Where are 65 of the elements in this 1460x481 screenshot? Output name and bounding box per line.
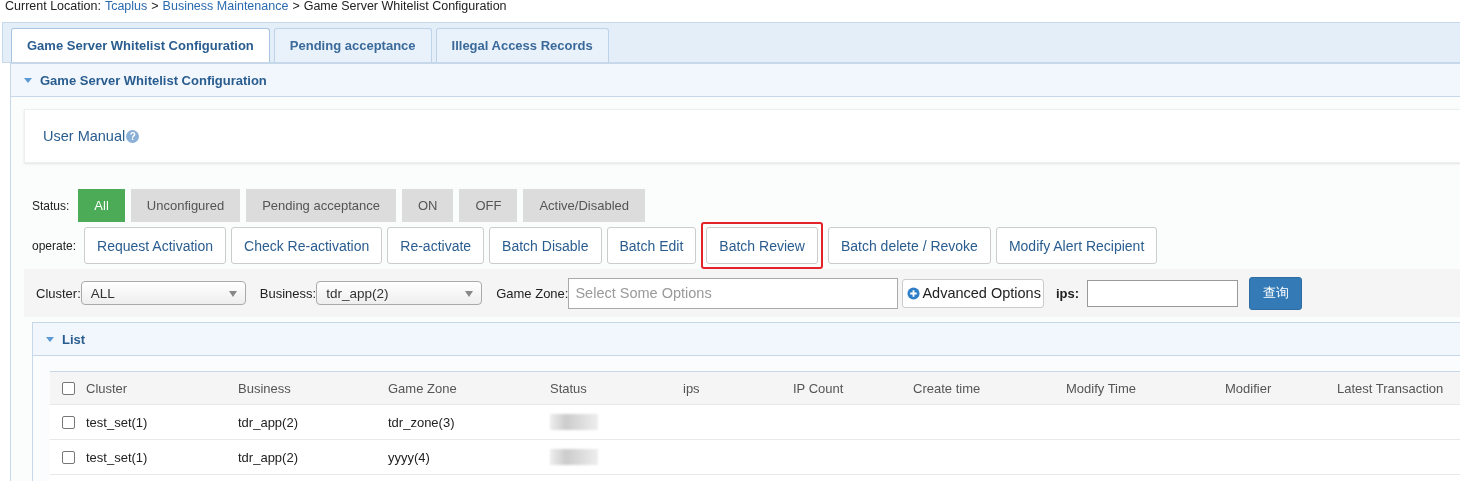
breadcrumb-separator: > <box>151 0 159 15</box>
column-header: Latest Transaction <box>1337 380 1445 396</box>
ips-label: ips: <box>1055 285 1080 301</box>
status-filter-button[interactable]: Pending acceptance <box>246 189 396 222</box>
operate-button[interactable]: Re-activate <box>387 227 485 264</box>
column-header: Modify Time <box>1066 380 1138 396</box>
breadcrumb-label: Current Location: <box>5 0 101 15</box>
caret-icon <box>228 291 237 297</box>
tab[interactable]: Illegal Access Records <box>435 28 609 62</box>
table-cell-text: yyyy(4) <box>388 449 431 465</box>
ips-field[interactable] <box>1087 279 1239 307</box>
column-header: Create time <box>913 380 982 396</box>
status-filter-button[interactable]: Unconfigured <box>130 189 241 222</box>
table-cell-text: tdr_zone(3) <box>388 414 456 430</box>
status-filter-button[interactable]: Active/Disabled <box>523 189 646 222</box>
column-header: IP Count <box>793 380 845 396</box>
status-filter-button[interactable]: OFF <box>459 189 518 222</box>
caret-icon <box>46 336 54 342</box>
operate-label: operate: <box>32 238 77 253</box>
operate-button[interactable]: Check Re-activation <box>231 227 383 264</box>
column-header: Modifier <box>1225 380 1273 396</box>
status-label: Status: <box>32 198 70 213</box>
panel-header[interactable]: Game Server Whitelist Configuration <box>11 64 1460 97</box>
row-checkbox[interactable] <box>61 415 75 429</box>
game-zone-field[interactable]: Select Some Options <box>568 277 899 309</box>
table-cell-text: tdr_app(2) <box>238 449 299 465</box>
table-cell-text: test_set(1) <box>86 449 149 465</box>
breadcrumb-current: Game Server Whitelist Configuration <box>303 0 507 15</box>
game-zone-label: Game Zone: <box>496 285 569 301</box>
tab[interactable]: Pending acceptance <box>273 28 432 62</box>
operate-button[interactable]: Batch delete / Revoke <box>827 227 991 264</box>
list-header[interactable]: List <box>33 323 1460 356</box>
tab[interactable]: Game Server Whitelist Configuration <box>11 28 270 62</box>
plus-icon <box>907 286 921 300</box>
caret-icon <box>24 77 32 83</box>
operate-button[interactable]: Batch Review <box>706 227 818 264</box>
list-title: List <box>62 331 86 347</box>
redacted-block <box>550 449 598 465</box>
column-header: Status <box>550 380 588 396</box>
operate-button[interactable]: Modify Alert Recipient <box>995 227 1158 264</box>
panel-title: Game Server Whitelist Configuration <box>40 72 267 88</box>
column-header: ips <box>683 380 701 396</box>
table-cell-text: tdr_app(2) <box>238 414 299 430</box>
breadcrumb-separator: > <box>292 0 300 15</box>
advanced-options-button[interactable]: Advanced Options <box>902 278 1044 308</box>
column-header: Business <box>238 380 292 396</box>
redacted-block <box>550 414 598 430</box>
user-manual-link[interactable]: User Manual <box>43 128 126 144</box>
breadcrumb-link[interactable]: Business Maintenance <box>162 0 289 22</box>
cluster-label: Cluster: <box>36 285 81 301</box>
row-checkbox[interactable] <box>61 450 75 464</box>
column-header: Cluster <box>86 380 129 396</box>
business-label: Business: <box>259 285 317 301</box>
table-cell-text: test_set(1) <box>86 414 149 430</box>
caret-icon <box>465 291 474 297</box>
breadcrumb-link[interactable]: Tcaplus <box>104 0 148 22</box>
column-header: Game Zone <box>388 380 458 396</box>
cluster-dropdown[interactable]: ALL <box>80 281 246 305</box>
operate-button[interactable]: Batch Disable <box>489 227 602 264</box>
select-all-checkbox[interactable] <box>61 381 75 395</box>
status-filter-button[interactable]: ON <box>401 189 454 222</box>
business-dropdown[interactable]: tdr_app(2) <box>316 281 483 305</box>
operate-button[interactable]: Batch Edit <box>606 227 697 264</box>
search-button[interactable]: 查询 <box>1249 276 1303 310</box>
operate-button[interactable]: Request Activation <box>84 227 226 264</box>
